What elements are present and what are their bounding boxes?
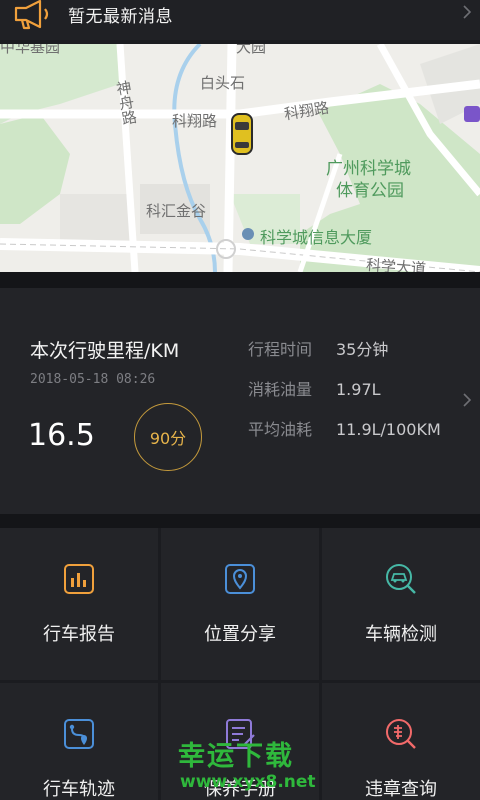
- location-pin-icon: [225, 564, 255, 594]
- map-label: 科翔路: [172, 112, 218, 130]
- megaphone-icon: [14, 0, 49, 30]
- stat-value: 11.9L/100KM: [336, 420, 441, 439]
- route-icon: [64, 719, 94, 749]
- feature-label: 位置分享: [204, 624, 276, 645]
- feature-location-share[interactable]: 位置分享: [161, 528, 319, 680]
- watermark-text: 幸运下载: [178, 741, 294, 772]
- stat-value: 1.97L: [336, 380, 381, 399]
- bar-chart-icon: [64, 564, 94, 594]
- map-label: 科学城信息大厦: [260, 228, 373, 247]
- feature-label: 车辆检测: [365, 624, 437, 645]
- driving-score-badge: 90分: [134, 403, 202, 471]
- trip-title: 本次行驶里程/KM: [30, 340, 180, 362]
- stat-row-fuel: 消耗油量 1.97L: [248, 376, 381, 400]
- feature-vehicle-check[interactable]: 车辆检测: [322, 528, 480, 680]
- map-label: 中华基园: [0, 44, 61, 56]
- watermark-url: www.xyx8.net: [180, 772, 316, 792]
- map-label: 科学大道: [365, 255, 427, 272]
- notice-text: 暂无最新消息: [68, 7, 173, 27]
- map-label: 科汇金谷: [146, 202, 207, 220]
- chevron-right-icon: [463, 393, 472, 407]
- chevron-right-icon: [463, 5, 472, 19]
- violation-icon: [386, 719, 416, 749]
- stat-value: 35分钟: [336, 340, 389, 359]
- divider: [0, 272, 480, 288]
- feature-driving-report[interactable]: 行车报告: [0, 528, 158, 680]
- stat-row-time: 行程时间 35分钟: [248, 336, 388, 360]
- trip-date: 2018-05-18 08:26: [30, 372, 156, 387]
- trip-distance: 16.5: [28, 418, 95, 453]
- feature-label: 行车轨迹: [43, 779, 115, 800]
- divider: [0, 514, 480, 528]
- map-label: 体育公园: [336, 181, 404, 201]
- feature-label: 违章查询: [365, 779, 437, 800]
- feature-driving-track[interactable]: 行车轨迹: [0, 683, 158, 800]
- notice-bar[interactable]: 暂无最新消息: [0, 0, 480, 40]
- trip-map[interactable]: 中华基园 大园 白头石 神舟路 科翔路 科翔路 广州科学城 体育公园 科汇金谷 …: [0, 44, 480, 272]
- stat-label: 消耗油量: [248, 380, 313, 399]
- stat-label: 行程时间: [248, 340, 313, 359]
- feature-violation-query[interactable]: 违章查询: [322, 683, 480, 800]
- car-marker-icon: [231, 113, 253, 155]
- map-label: 白头石: [200, 74, 246, 92]
- trip-summary-card[interactable]: 本次行驶里程/KM 2018-05-18 08:26 16.5 90分 行程时间…: [0, 288, 480, 514]
- feature-label: 行车报告: [43, 624, 115, 645]
- map-label: 大园: [236, 44, 267, 56]
- car-scan-icon: [386, 564, 416, 594]
- watermark-logo: 幸运下载 www.xyx8.net: [150, 734, 340, 800]
- stat-row-avg-fuel: 平均油耗 11.9L/100KM: [248, 416, 441, 440]
- stat-label: 平均油耗: [248, 420, 313, 439]
